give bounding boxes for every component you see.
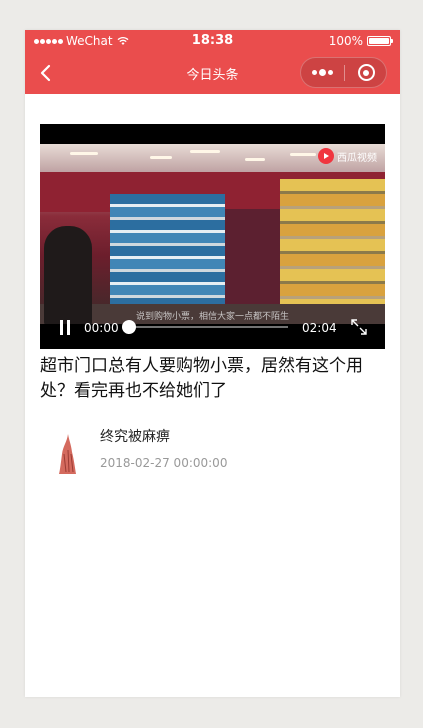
more-dots-icon <box>312 70 317 75</box>
pause-icon <box>60 320 63 335</box>
play-logo-icon <box>318 148 334 164</box>
battery-icon <box>367 36 393 46</box>
nav-bar: 今日头条 <box>25 52 400 94</box>
more-menu-button[interactable] <box>301 58 344 87</box>
fullscreen-icon <box>351 319 367 335</box>
author-name[interactable]: 终究被麻痹 <box>100 426 170 446</box>
battery-group: 100% <box>328 34 393 48</box>
video-controls: 00:00 02:04 <box>40 314 385 349</box>
close-mini-program-button[interactable] <box>345 58 387 87</box>
current-time: 00:00 <box>84 321 119 335</box>
video-frame <box>40 144 385 324</box>
brand-label: 西瓜视频 <box>337 152 377 164</box>
battery-percent: 100% <box>328 34 363 48</box>
progress-knob[interactable] <box>122 320 136 334</box>
video-player[interactable]: 西瓜视频 说到购物小票，相信大家一点都不陌生 00:00 02:04 <box>40 124 385 349</box>
status-bar: WeChat 18:38 100% <box>25 30 400 52</box>
mini-program-capsule <box>300 57 387 88</box>
video-brand: 西瓜视频 <box>318 148 377 164</box>
pause-button[interactable] <box>57 320 73 336</box>
duration: 02:04 <box>302 321 337 335</box>
avatar[interactable] <box>54 432 82 476</box>
close-ring-icon <box>357 64 375 81</box>
progress-track[interactable] <box>128 326 288 328</box>
author-row: 终究被麻痹 2018-02-27 00:00:00 <box>40 426 385 476</box>
phone-screen: WeChat 18:38 100% 今日头条 西瓜视频 说到购物小票，相信大家一… <box>25 30 400 697</box>
fullscreen-button[interactable] <box>348 316 370 338</box>
post-date: 2018-02-27 00:00:00 <box>100 456 228 470</box>
article-title: 超市门口总有人要购物小票，居然有这个用处？看完再也不给她们了 <box>40 356 363 401</box>
